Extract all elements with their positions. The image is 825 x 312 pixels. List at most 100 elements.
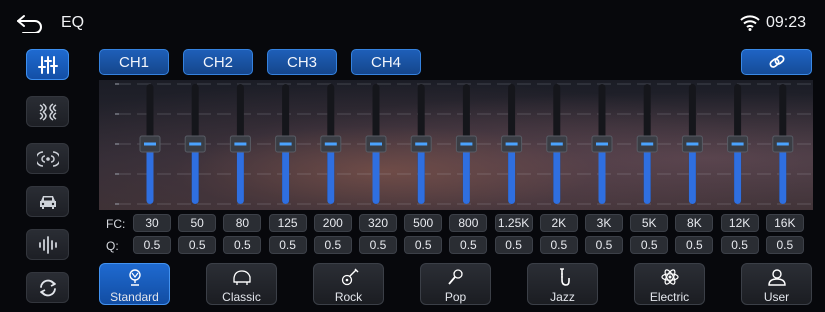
fc-cell[interactable]: 12K bbox=[720, 214, 759, 232]
eq-sliders bbox=[115, 83, 813, 205]
eq-panel bbox=[99, 80, 813, 210]
fc-cell[interactable]: 2K bbox=[539, 214, 578, 232]
fc-cell[interactable]: 1.25K bbox=[494, 214, 533, 232]
link-icon bbox=[769, 55, 784, 68]
slider-fill bbox=[734, 144, 742, 204]
preset-label: Pop bbox=[444, 290, 467, 304]
band-slider-320[interactable] bbox=[365, 84, 387, 204]
fc-row-label: FC: bbox=[106, 217, 126, 231]
slider-knob-indicator bbox=[731, 142, 744, 146]
sidebar-car-button[interactable] bbox=[26, 186, 69, 217]
slider-fill bbox=[191, 144, 199, 204]
fc-cell[interactable]: 80 bbox=[223, 214, 262, 232]
tab-ch4[interactable]: CH4 bbox=[351, 49, 421, 75]
fc-cell[interactable]: 200 bbox=[313, 214, 352, 232]
q-cell[interactable]: 0.5 bbox=[494, 236, 533, 254]
fc-cell[interactable]: 50 bbox=[178, 214, 217, 232]
q-cell[interactable]: 0.5 bbox=[133, 236, 171, 254]
slider-fill bbox=[462, 144, 470, 204]
preset-user-button[interactable]: User bbox=[741, 263, 812, 305]
band-slider-5K[interactable] bbox=[636, 84, 658, 204]
slider-fill bbox=[598, 144, 606, 204]
band-slider-30[interactable] bbox=[139, 84, 161, 204]
reset-icon bbox=[39, 279, 56, 296]
band-slider-3K[interactable] bbox=[591, 84, 613, 204]
band-slider-1.25K[interactable] bbox=[501, 84, 523, 204]
fc-cell[interactable]: 16K bbox=[765, 214, 804, 232]
back-icon[interactable] bbox=[15, 13, 45, 33]
q-cell[interactable]: 0.5 bbox=[539, 236, 578, 254]
sidebar-reset-button[interactable] bbox=[26, 272, 69, 303]
waveform-icon bbox=[38, 235, 57, 254]
fc-cell[interactable]: 500 bbox=[404, 214, 443, 232]
q-row-label: Q: bbox=[106, 239, 119, 253]
tab-ch1[interactable]: CH1 bbox=[99, 49, 169, 75]
slider-fill bbox=[146, 144, 154, 204]
user-icon bbox=[767, 269, 786, 286]
band-slider-2K[interactable] bbox=[546, 84, 568, 204]
band-slider-800[interactable] bbox=[455, 84, 477, 204]
link-channels-button[interactable] bbox=[741, 49, 812, 75]
q-cell[interactable]: 0.5 bbox=[720, 236, 759, 254]
guitar-icon bbox=[341, 268, 358, 286]
fc-cell[interactable]: 800 bbox=[449, 214, 488, 232]
q-cell[interactable]: 0.5 bbox=[404, 236, 443, 254]
slider-fill bbox=[236, 144, 244, 204]
q-cell[interactable]: 0.5 bbox=[675, 236, 714, 254]
q-cell[interactable]: 0.5 bbox=[449, 236, 488, 254]
preset-standard-button[interactable]: Standard bbox=[99, 263, 170, 305]
preset-jazz-button[interactable]: Jazz bbox=[527, 263, 598, 305]
band-slider-500[interactable] bbox=[410, 84, 432, 204]
fc-cell[interactable]: 125 bbox=[268, 214, 307, 232]
q-cell[interactable]: 0.5 bbox=[630, 236, 669, 254]
q-cell[interactable]: 0.5 bbox=[178, 236, 217, 254]
slider-fill bbox=[643, 144, 651, 204]
sidebar-waveform-button[interactable] bbox=[26, 229, 69, 260]
slider-fill bbox=[327, 144, 335, 204]
q-cell[interactable]: 0.5 bbox=[585, 236, 623, 254]
sidebar-balance-button[interactable] bbox=[26, 143, 69, 174]
sidebar-sound-field-button[interactable] bbox=[26, 96, 69, 127]
slider-knob-indicator bbox=[596, 142, 608, 146]
band-slider-50[interactable] bbox=[184, 84, 206, 204]
q-cell[interactable]: 0.5 bbox=[765, 236, 804, 254]
slider-knob-indicator bbox=[324, 142, 337, 146]
sidebar-eq-button[interactable] bbox=[26, 49, 69, 80]
preset-label: User bbox=[763, 290, 790, 304]
q-cell[interactable]: 0.5 bbox=[359, 236, 397, 254]
preset-label: Electric bbox=[649, 290, 690, 304]
band-slider-12K[interactable] bbox=[727, 84, 749, 204]
preset-classic-button[interactable]: Classic bbox=[206, 263, 277, 305]
q-cell[interactable]: 0.5 bbox=[223, 236, 262, 254]
band-slider-200[interactable] bbox=[320, 84, 342, 204]
microphone-icon bbox=[447, 269, 463, 285]
eq-sliders-icon bbox=[37, 55, 58, 74]
fc-cell[interactable]: 30 bbox=[133, 214, 171, 232]
fc-cell[interactable]: 3K bbox=[585, 214, 623, 232]
slider-knob-indicator bbox=[279, 142, 292, 146]
slider-knob-indicator bbox=[415, 142, 428, 146]
band-slider-125[interactable] bbox=[275, 84, 297, 204]
fc-cell[interactable]: 8K bbox=[675, 214, 714, 232]
tab-ch3[interactable]: CH3 bbox=[267, 49, 337, 75]
slider-knob-indicator bbox=[686, 142, 699, 146]
slider-knob-indicator bbox=[776, 142, 789, 146]
band-slider-80[interactable] bbox=[229, 84, 251, 204]
slider-knob-indicator bbox=[460, 142, 473, 146]
fc-cell[interactable]: 5K bbox=[630, 214, 669, 232]
wifi-icon bbox=[740, 15, 760, 31]
tab-ch2[interactable]: CH2 bbox=[183, 49, 253, 75]
preset-label: Standard bbox=[110, 290, 159, 304]
slider-knob-indicator bbox=[550, 142, 563, 146]
q-cell[interactable]: 0.5 bbox=[313, 236, 352, 254]
fc-cell[interactable]: 320 bbox=[359, 214, 397, 232]
band-slider-8K[interactable] bbox=[681, 84, 703, 204]
q-cell[interactable]: 0.5 bbox=[268, 236, 307, 254]
preset-electric-button[interactable]: Electric bbox=[634, 263, 705, 305]
preset-rock-button[interactable]: Rock bbox=[313, 263, 384, 305]
preset-pop-button[interactable]: Pop bbox=[420, 263, 491, 305]
slider-knob-indicator bbox=[234, 142, 247, 146]
slider-knob-indicator bbox=[144, 142, 156, 146]
slider-knob-indicator bbox=[505, 142, 518, 146]
band-slider-16K[interactable] bbox=[772, 84, 794, 204]
